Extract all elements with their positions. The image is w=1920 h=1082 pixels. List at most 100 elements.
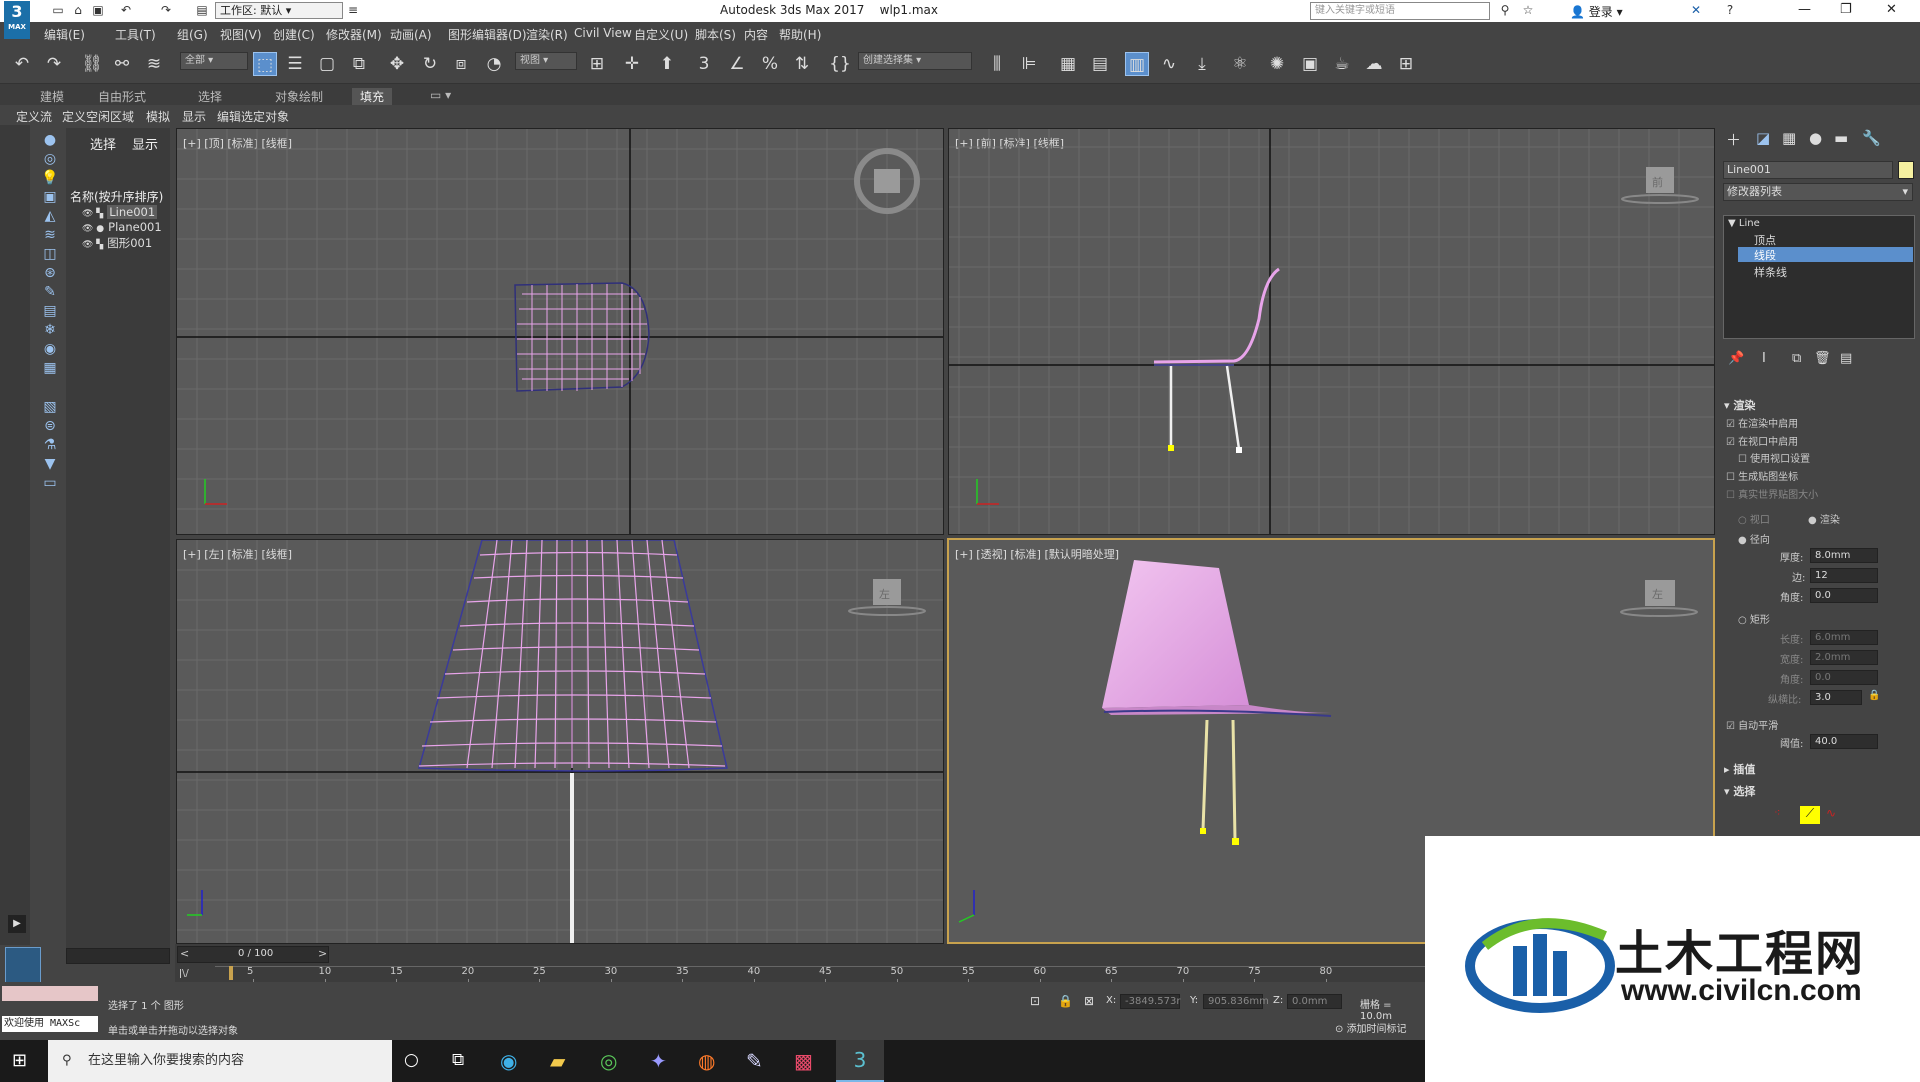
stack-item-line[interactable]: Line	[1739, 218, 1760, 229]
filter-icon[interactable]: ⚗	[40, 435, 60, 455]
pin-stack-icon[interactable]: 📌	[1728, 351, 1744, 366]
frame-indicator[interactable]	[229, 966, 233, 980]
utilities-tab-icon[interactable]: 🔧	[1862, 129, 1881, 147]
segment-mode-icon[interactable]: ⟋	[1800, 806, 1820, 824]
menu-item-0[interactable]: 编辑(E)	[44, 26, 85, 43]
align-icon[interactable]: ⊫	[1017, 52, 1041, 76]
cb-auto-smooth[interactable]: 自动平滑	[1738, 721, 1778, 732]
display-all-icon[interactable]: ▦	[40, 358, 60, 378]
restore-icon[interactable]: ❐	[1840, 2, 1852, 17]
rect-selection-icon[interactable]: ▢	[315, 52, 339, 76]
new-file-icon[interactable]: ▭	[50, 3, 66, 18]
display-shapes-icon[interactable]: ◎	[40, 149, 60, 169]
visibility-eye-icon[interactable]: 👁	[82, 224, 93, 234]
file-explorer-icon[interactable]: ▰	[550, 1049, 565, 1073]
menu-item-10[interactable]: 自定义(U)	[634, 26, 688, 43]
material-editor-icon[interactable]: ⚛	[1228, 52, 1252, 76]
pivot-center-icon[interactable]: ⊞	[585, 52, 609, 76]
simulate[interactable]: 模拟	[146, 108, 170, 125]
menu-item-12[interactable]: 内容	[744, 26, 768, 43]
viewport-left[interactable]: [+] [左] [标准] [线框] 左	[176, 539, 944, 944]
rollout-interpolation-header[interactable]: ▸ 插值	[1724, 761, 1755, 777]
percent-snap-icon[interactable]: %	[758, 52, 782, 76]
menu-item-8[interactable]: 渲染(R)	[526, 26, 568, 43]
tab-freeform[interactable]: 自由形式	[98, 88, 146, 105]
redo-icon[interactable]: ↷	[158, 3, 174, 18]
app-icon-8[interactable]: ▩	[794, 1049, 813, 1073]
display-frozen-icon[interactable]: ❄	[40, 320, 60, 340]
explorer-row[interactable]: 👁 ▚ 图形001	[82, 235, 152, 251]
workspace-dropdown[interactable]: 工作区: 默认 ▾	[215, 2, 343, 19]
add-time-tag[interactable]: ⊙ 添加时间标记	[1335, 1020, 1407, 1035]
select-by-name-icon[interactable]: ☰	[283, 52, 307, 76]
abs-mode-icon[interactable]: ⊠	[1084, 994, 1094, 1008]
modifier-list-dropdown[interactable]: 修改器列表 ▾	[1723, 183, 1913, 201]
save-icon[interactable]: ▣	[90, 3, 106, 18]
cb-enable-in-viewport[interactable]: 在视口中启用	[1738, 437, 1798, 448]
cb-enable-in-render[interactable]: 在渲染中启用	[1738, 419, 1798, 430]
tab-populate[interactable]: 填充	[352, 88, 393, 105]
selection-lock-icon[interactable]: 🔒	[1058, 994, 1073, 1008]
render-setup-icon[interactable]: ✺	[1265, 52, 1289, 76]
explorer-row[interactable]: 👁 ▚ Line001	[82, 205, 158, 219]
select-manipulate-icon[interactable]: ✛	[620, 52, 644, 76]
isolate-selection-icon[interactable]: ⊡	[1030, 994, 1040, 1008]
undo-icon[interactable]: ↶	[10, 52, 34, 76]
time-slider[interactable]: < 0 / 100 >	[177, 946, 329, 963]
layer-icon[interactable]: ▭	[40, 473, 60, 493]
a360-gallery-icon[interactable]: ⊞	[1394, 52, 1418, 76]
create-tab-icon[interactable]: ＋	[1726, 129, 1741, 150]
edit-named-sel-icon[interactable]: {}	[828, 52, 852, 76]
angle-snap-icon[interactable]: ∠	[725, 52, 749, 76]
make-unique-icon[interactable]: ⧉	[1792, 351, 1801, 366]
menu-item-9[interactable]: Civil View	[574, 26, 632, 40]
display-lights-icon[interactable]: 💡	[40, 168, 60, 188]
bind-spacewarp-icon[interactable]: ≋	[142, 52, 166, 76]
display[interactable]: 显示	[182, 108, 206, 125]
redo-icon[interactable]: ↷	[42, 52, 66, 76]
login-button[interactable]: 👤 登录 ▾	[1570, 3, 1623, 20]
undo-icon[interactable]: ↶	[118, 3, 134, 18]
display-groups-icon[interactable]: ◫	[40, 244, 60, 264]
vertex-mode-icon[interactable]: ⁖	[1774, 806, 1794, 824]
maxscript-listener-top[interactable]	[2, 986, 98, 1001]
explorer-object-name[interactable]: 图形001	[107, 236, 152, 250]
display-cameras-icon[interactable]: ▣	[40, 187, 60, 207]
selection-filter[interactable]: 全部 ▾	[180, 52, 248, 70]
thickness-spinner[interactable]: 8.0mm	[1810, 548, 1878, 563]
app-logo[interactable]: 3 MAX	[4, 1, 30, 39]
cb-real-world-size[interactable]: 真实世界贴图大小	[1738, 490, 1818, 501]
funnel-icon[interactable]: ▼	[40, 454, 60, 474]
scale-icon[interactable]: ⧈	[449, 52, 473, 76]
show-end-result-icon[interactable]: Ⅰ	[1762, 351, 1766, 366]
edit-selected[interactable]: 编辑选定对象	[217, 108, 289, 125]
explorer-object-name[interactable]: Line001	[107, 205, 158, 219]
autodesk-x-icon[interactable]: ✕	[1688, 3, 1704, 18]
display-bones-icon[interactable]: ✎	[40, 282, 60, 302]
project-folder-icon[interactable]: ▤	[194, 3, 210, 18]
length-spinner[interactable]: 6.0mm	[1810, 630, 1878, 645]
cb-use-viewport-settings[interactable]: 使用视口设置	[1750, 454, 1810, 465]
taskbar-search-input[interactable]: ⚲ 在这里输入你要搜索的内容	[48, 1040, 392, 1082]
keyboard-shortcut-icon[interactable]: ⬆	[655, 52, 679, 76]
sides-spinner[interactable]: 12	[1810, 568, 1878, 583]
menu-item-2[interactable]: 组(G)	[177, 26, 208, 43]
app-icon-5[interactable]: ✦	[650, 1049, 667, 1073]
link-icon[interactable]: ⛓	[80, 52, 104, 76]
stack-item-segment[interactable]: 线段	[1738, 247, 1913, 262]
tab-selection[interactable]: 选择	[198, 88, 222, 105]
window-crossing-icon[interactable]: ⧉	[347, 52, 371, 76]
configure-sets-icon[interactable]: ▤	[1840, 351, 1852, 366]
menu-item-4[interactable]: 创建(C)	[273, 26, 315, 43]
motion-tab-icon[interactable]: ●	[1809, 129, 1822, 147]
x-coordinate[interactable]: -3849.573r	[1120, 994, 1180, 1009]
binoculars-icon[interactable]: ⚲	[1497, 3, 1513, 18]
close-icon[interactable]: ✕	[1886, 2, 1897, 17]
move-icon[interactable]: ✥	[385, 52, 409, 76]
minimize-icon[interactable]: —	[1798, 2, 1811, 17]
define-flows[interactable]: 定义流	[16, 108, 52, 125]
notepad-icon[interactable]: ✎	[746, 1049, 763, 1073]
display-geometry-icon[interactable]: ●	[40, 130, 60, 150]
display-tab-icon[interactable]: ▬	[1834, 129, 1848, 147]
layer-explorer-icon[interactable]: ▦	[1056, 52, 1080, 76]
